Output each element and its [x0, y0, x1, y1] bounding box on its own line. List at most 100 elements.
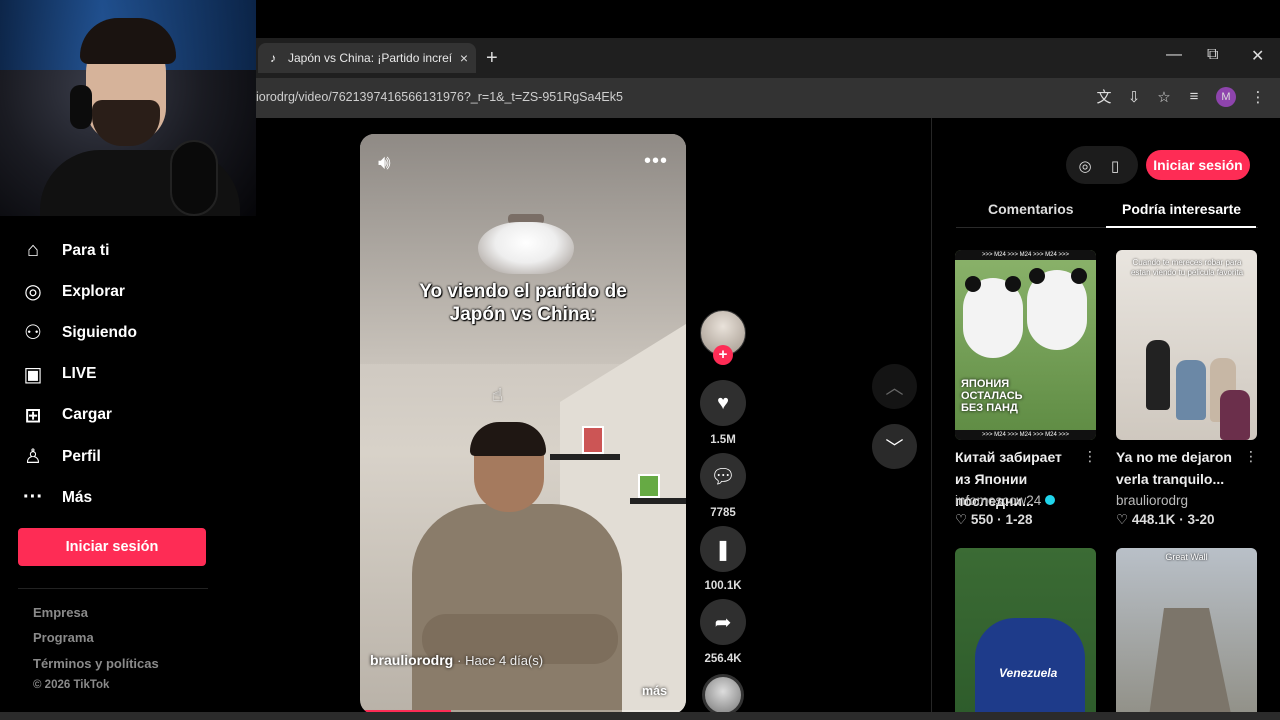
video-shelf	[550, 454, 620, 460]
sidebar-login-button[interactable]: Iniciar sesión	[18, 528, 206, 566]
recommended-video-stats: ♡ 448.1K · 3-20	[1116, 512, 1214, 528]
install-app-icon[interactable]: ⇩	[1126, 88, 1142, 106]
recommended-video-author[interactable]: infomoscow24	[955, 493, 1056, 508]
video-photo-frame	[582, 426, 604, 454]
browser-menu-icon[interactable]: ⋮	[1250, 88, 1266, 106]
new-tab-button[interactable]: +	[486, 47, 498, 70]
music-disc-avatar[interactable]	[702, 674, 744, 716]
recommended-video-thumbnail[interactable]: >>> M24 >>> M24 >>> M24 >>> ЯПОНИЯ ОСТАЛ…	[955, 250, 1096, 440]
panel-login-button[interactable]: Iniciar sesión	[1146, 150, 1250, 180]
video-options-icon[interactable]: •••	[644, 150, 668, 173]
url-field[interactable]: iorodrg/video/7621397416566131976?_r=1&_…	[256, 90, 623, 104]
media-control-icon[interactable]: ≡	[1186, 88, 1202, 105]
share-action[interactable]: ➦ 256.4K	[700, 599, 746, 665]
sidebar-item-cargar[interactable]: ⊞ Cargar	[20, 395, 220, 436]
thumb-strip: >>> M24 >>> M24 >>> M24 >>>	[955, 430, 1096, 440]
bookmark-star-icon[interactable]: ☆	[1156, 88, 1172, 106]
mouse-cursor-icon: ☝	[492, 385, 503, 405]
mobile-device-icon[interactable]: ▯	[1101, 152, 1129, 180]
tab-podria-interesarte[interactable]: Podría interesarte	[1122, 201, 1241, 217]
panda-ear	[1029, 268, 1045, 284]
share-count: 256.4K	[704, 653, 742, 665]
tab-comentarios[interactable]: Comentarios	[988, 201, 1074, 217]
follow-plus-icon[interactable]: +	[713, 345, 733, 365]
active-tab-underline	[1106, 226, 1256, 228]
video-player[interactable]: 🔊︎ ••• Yo viendo el partido de Japón vs …	[360, 134, 686, 714]
recommended-video-thumbnail[interactable]: Great Wall	[1116, 548, 1257, 720]
sidebar-item-label: Para ti	[62, 241, 110, 259]
user-follow-icon: ⚇	[24, 322, 42, 345]
sidebar-item-label: LIVE	[62, 365, 97, 383]
address-bar-icons: 文 ⇩ ☆ ≡ M ⋮	[1096, 86, 1266, 107]
window-minimize-button[interactable]: —	[1166, 46, 1182, 64]
compass-icon[interactable]: ◎	[1071, 152, 1099, 180]
video-more-link[interactable]: más	[642, 684, 667, 698]
heart-icon[interactable]: ♥	[700, 380, 746, 426]
like-count: 550	[970, 512, 994, 527]
panda-ear	[1005, 276, 1021, 292]
next-video-chevron-down-icon[interactable]: ﹀	[872, 424, 917, 469]
video-author-line: brauliorodrg · Hace 4 día(s)	[370, 652, 543, 668]
sidebar-item-siguiendo[interactable]: ⚇ Siguiendo	[20, 312, 220, 353]
video-photo-frame	[638, 474, 660, 498]
footer-link-terminos[interactable]: Términos y políticas	[33, 656, 159, 671]
card-menu-icon[interactable]: ⋮	[1083, 448, 1097, 465]
author-name: infomoscow24	[955, 493, 1042, 508]
window-restore-button[interactable]: ⧉	[1207, 46, 1218, 64]
sidebar-item-label: Siguiendo	[62, 323, 137, 341]
stats-separator: ·	[997, 512, 1002, 527]
volume-icon[interactable]: 🔊︎	[378, 152, 391, 175]
sidebar-item-label: Más	[62, 488, 93, 506]
recommended-video-author[interactable]: brauliorodrg	[1116, 493, 1188, 508]
video-person-body	[412, 504, 622, 714]
thumb-strip: >>> M24 >>> M24 >>> M24 >>>	[955, 250, 1096, 260]
recommended-video-thumbnail[interactable]: Venezuela	[955, 548, 1096, 720]
like-action[interactable]: ♥ 1.5M	[700, 380, 746, 446]
tiktok-favicon-icon: ♪	[270, 51, 276, 65]
sidebar-item-mas[interactable]: ··· Más	[20, 477, 220, 518]
footer-link-empresa[interactable]: Empresa	[33, 605, 88, 620]
recommended-video-title[interactable]: Ya no me dejaron verla tranquilo...	[1116, 446, 1240, 490]
footer-copyright: © 2026 TikTok	[33, 679, 110, 691]
sidebar-item-explorar[interactable]: ◎ Explorar	[20, 271, 220, 312]
footer-link-programa[interactable]: Programa	[33, 630, 94, 645]
sidebar-item-label: Explorar	[62, 282, 125, 300]
bookmark-icon[interactable]: ❚	[700, 526, 746, 572]
more-icon: ···	[23, 486, 43, 509]
live-tv-icon: ▣	[23, 363, 43, 386]
thumb-overlay-text: Cuando te mereces robar para estan viend…	[1130, 258, 1244, 277]
like-count: 448.1K	[1131, 512, 1176, 527]
heart-outline-icon: ♡	[955, 512, 968, 527]
video-caption: Yo viendo el partido de Japón vs China:	[360, 280, 686, 326]
home-icon: ⌂	[26, 239, 40, 262]
streamer-beard	[92, 100, 160, 146]
card-menu-icon[interactable]: ⋮	[1244, 448, 1258, 465]
sidebar-item-label: Perfil	[62, 447, 101, 465]
share-arrow-icon[interactable]: ➦	[700, 599, 746, 645]
comment-icon[interactable]: 💬︎	[700, 453, 746, 499]
comment-count: 7785	[710, 507, 736, 519]
caption-line: Yo viendo el partido de	[419, 281, 627, 302]
verified-badge-icon	[1045, 495, 1056, 505]
comment-action[interactable]: 💬︎ 7785	[700, 453, 746, 519]
tab-close-icon[interactable]: ×	[460, 50, 468, 66]
translate-icon[interactable]: 文	[1096, 86, 1112, 107]
caption-line: Japón vs China:	[449, 304, 597, 325]
save-action[interactable]: ❚ 100.1K	[700, 526, 746, 592]
profile-avatar[interactable]: M	[1216, 86, 1236, 107]
sidebar-item-live[interactable]: ▣ LIVE	[20, 354, 220, 395]
video-author[interactable]: brauliorodrg	[370, 652, 453, 668]
headset	[70, 85, 92, 129]
browser-tab[interactable]: ♪ Japón vs China: ¡Partido increíb ×	[258, 43, 476, 73]
sidebar-item-para-ti[interactable]: ⌂ Para ti	[20, 230, 220, 271]
sidebar-divider	[18, 588, 208, 589]
recommended-video-thumbnail[interactable]: Cuando te mereces robar para estan viend…	[1116, 250, 1257, 440]
compass-icon: ◎	[24, 281, 42, 304]
microphone	[170, 140, 218, 216]
heart-outline-icon: ♡	[1116, 512, 1129, 527]
window-close-button[interactable]: ✕	[1251, 46, 1264, 66]
author-name: brauliorodrg	[1116, 493, 1189, 508]
previous-video-chevron-up-icon[interactable]: ︿	[872, 364, 917, 409]
sidebar-item-perfil[interactable]: ♙ Perfil	[20, 436, 220, 477]
video-person-hair	[470, 422, 546, 456]
